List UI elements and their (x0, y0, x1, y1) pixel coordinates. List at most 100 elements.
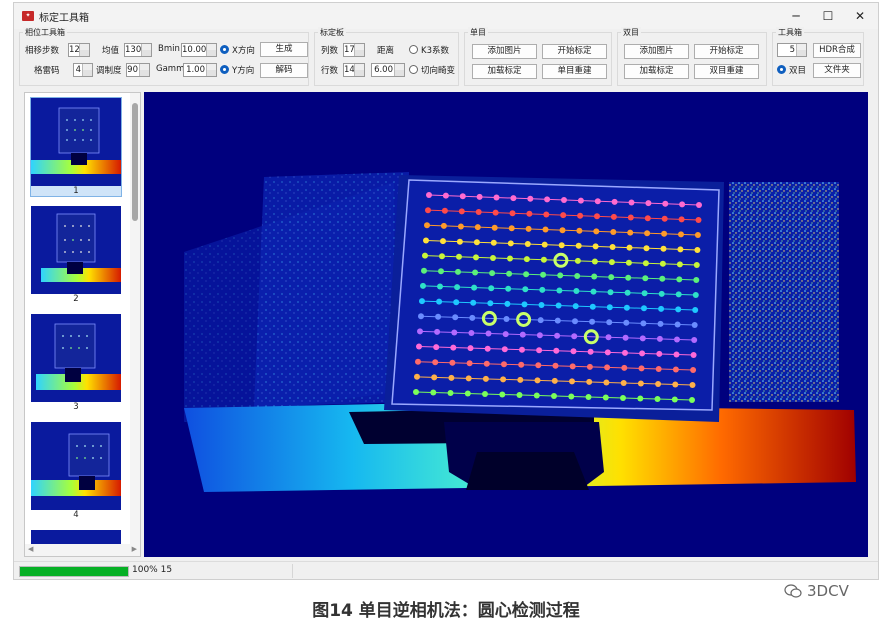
tangential-radio[interactable] (409, 65, 418, 74)
gamma-spinbox[interactable]: 1.00 (183, 63, 217, 77)
thumbnail-item[interactable]: 4 (31, 422, 121, 520)
stereo-load-calib-button[interactable]: 加载标定 (624, 64, 689, 79)
detected-circle (471, 284, 478, 291)
detected-circle (451, 329, 458, 336)
detected-circle (661, 215, 668, 222)
detected-circle (623, 304, 630, 311)
detected-circle (472, 269, 479, 276)
scroll-right-icon[interactable]: ▶ (132, 545, 137, 553)
stereo-title: 双目 (621, 27, 641, 38)
detected-circle (527, 195, 534, 202)
detected-circle (627, 229, 634, 236)
detected-circle (574, 273, 581, 279)
x-direction-radio[interactable] (220, 45, 229, 54)
detected-circle (551, 377, 558, 384)
y-direction-radio[interactable] (220, 65, 229, 74)
detected-circle (556, 287, 563, 294)
tools-group: 工具箱 5 HDR合成 双目 文件夹 (772, 27, 864, 86)
app-window: ✦ 标定工具箱 ─ ☐ ✕ 相位工具箱 相移步数 12 均值 130 Bmin … (13, 2, 879, 580)
modulation-spinbox[interactable]: 90 (126, 63, 150, 77)
gray-code-spinbox[interactable]: 4 (73, 63, 93, 77)
thumbnail-list[interactable]: 1 2 3 4 ◀ ▶ (24, 92, 141, 557)
thumbnail-image (31, 98, 121, 186)
detected-circle (505, 285, 512, 292)
thumbnail-item[interactable]: 3 (31, 314, 121, 412)
thumbnail-image (31, 422, 121, 510)
detected-circle (622, 334, 629, 341)
image-viewer[interactable] (144, 92, 868, 557)
thumbnail-item[interactable]: 1 (30, 97, 122, 197)
detected-circle (426, 192, 432, 198)
stereo-radio-label: 双目 (789, 66, 807, 76)
detected-circle (690, 352, 697, 358)
thumbnail-horizontal-scrollbar[interactable]: ◀ ▶ (25, 544, 140, 556)
stereo-start-calib-button[interactable]: 开始标定 (694, 44, 759, 59)
detected-circle (534, 377, 541, 384)
detected-circle (569, 378, 575, 385)
detected-circle (694, 247, 701, 253)
mono-load-calib-button[interactable]: 加载标定 (472, 64, 537, 79)
folder-button[interactable]: 文件夹 (813, 63, 861, 78)
stereo-radio[interactable] (777, 65, 786, 74)
detected-circle (432, 359, 439, 366)
decode-button[interactable]: 解码 (260, 63, 308, 78)
mono-group: 单目 添加图片 开始标定 加载标定 单目重建 (464, 27, 612, 86)
mono-reconstruct-button[interactable]: 单目重建 (542, 64, 607, 79)
detected-circle (506, 270, 513, 277)
detected-circle (627, 214, 634, 221)
close-button[interactable]: ✕ (844, 3, 876, 29)
detected-circle (559, 227, 566, 234)
detected-circle (656, 335, 663, 342)
rows-spinbox[interactable]: 14 (343, 63, 365, 77)
mono-start-calib-button[interactable]: 开始标定 (542, 44, 607, 59)
scroll-left-icon[interactable]: ◀ (28, 545, 33, 553)
hdr-count-spinbox[interactable]: 5 (777, 43, 807, 57)
detected-circle (502, 331, 509, 338)
bmin-spinbox[interactable]: 10.00 (181, 43, 217, 57)
detected-circle (526, 210, 533, 217)
status-bar: 100% 15 (14, 561, 878, 579)
detected-circle (490, 239, 497, 246)
mono-add-image-button[interactable]: 添加图片 (472, 44, 537, 59)
maximize-button[interactable]: ☐ (812, 3, 844, 29)
detected-circle (539, 286, 546, 293)
detected-circle (487, 300, 494, 307)
distance-spinbox[interactable]: 6.00 (371, 63, 405, 77)
detected-circle (414, 373, 420, 380)
stereo-add-image-button[interactable]: 添加图片 (624, 44, 689, 59)
detected-circle (452, 314, 459, 321)
detected-circle (419, 298, 425, 305)
generate-button[interactable]: 生成 (260, 42, 308, 57)
detected-circle (493, 194, 500, 201)
detected-circle (516, 392, 523, 398)
cols-spinbox[interactable]: 17 (343, 43, 365, 57)
detected-circle (654, 396, 661, 402)
detected-circle (639, 350, 646, 357)
mean-spinbox[interactable]: 130 (124, 43, 152, 57)
shift-steps-spinbox[interactable]: 12 (68, 43, 90, 57)
shift-steps-label: 相移步数 (25, 46, 60, 56)
detected-circle (450, 344, 457, 351)
detected-circle (422, 252, 428, 259)
detected-circle (662, 200, 669, 207)
detected-circle (623, 319, 630, 326)
minimize-button[interactable]: ─ (780, 3, 812, 29)
detected-circle (658, 290, 665, 297)
toolbar: 相位工具箱 相移步数 12 均值 130 Bmin 10.00 X方向 生成 格… (14, 27, 878, 89)
k3-radio[interactable] (409, 45, 418, 54)
stereo-reconstruct-button[interactable]: 双目重建 (694, 64, 759, 79)
detected-circle (468, 330, 475, 336)
hdr-merge-button[interactable]: HDR合成 (813, 43, 861, 58)
figure-caption: 图14 单目逆相机法：圆心检测过程 (312, 601, 580, 621)
detected-circle (475, 209, 482, 215)
detected-circle (577, 212, 584, 219)
detected-circle (607, 289, 614, 296)
detected-circle (694, 232, 701, 238)
scrollbar-thumb[interactable] (132, 103, 138, 221)
detected-circle (551, 393, 557, 399)
thumbnail-vertical-scrollbar[interactable] (130, 93, 140, 545)
thumbnail-item[interactable]: 2 (31, 206, 121, 304)
detected-circle (510, 195, 517, 202)
detected-circle (604, 364, 611, 371)
detected-circle (425, 207, 431, 214)
